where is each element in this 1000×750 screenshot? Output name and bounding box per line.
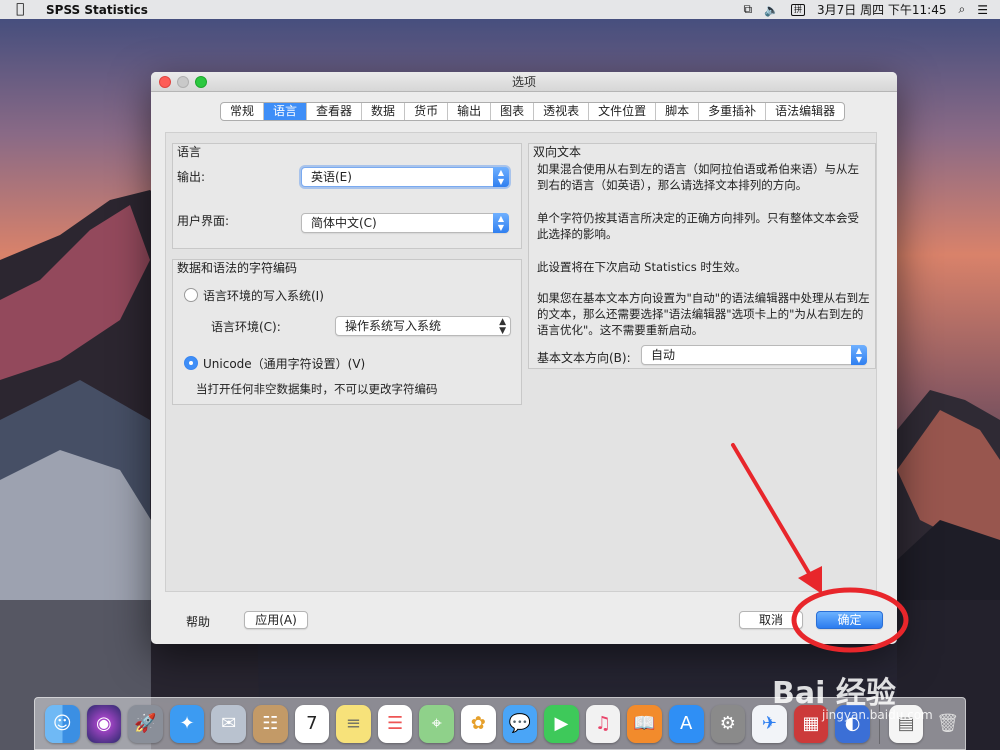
notes-icon[interactable]: ≡	[336, 704, 371, 743]
bidi-description-2-line-1: 单个字符仍按其语言所决定的正确方向排列。只有整体文本会受	[537, 211, 859, 225]
bidirectional-text-group-title: 双向文本	[533, 145, 582, 159]
app-name-menu[interactable]: SPSS Statistics	[46, 3, 148, 17]
ok-button[interactable]: 确定	[816, 611, 883, 629]
output-language-select[interactable]: 英语(E) ▲ ▼	[301, 167, 509, 187]
base-text-direction-label: 基本文本方向(B):	[537, 351, 631, 365]
window-titlebar[interactable]: 选项	[151, 72, 897, 92]
select-arrows-icon: ▲ ▼	[493, 213, 509, 233]
maps-icon[interactable]: ⌖	[419, 704, 454, 743]
apple-menu-icon[interactable]: 	[16, 0, 34, 19]
tab-output[interactable]: 输出	[448, 103, 492, 120]
locale-writing-system-radio[interactable]	[184, 288, 198, 302]
reminders-icon[interactable]: ☰	[377, 704, 413, 743]
bidi-description-1-line-1: 如果混合使用从右到左的语言（如阿拉伯语或希伯来语）与从左	[537, 162, 859, 176]
locale-value: 操作系统写入系统	[345, 319, 442, 333]
locale-writing-system-label[interactable]: 语言环境的写入系统(I)	[203, 287, 324, 304]
encoding-note: 当打开任何非空数据集时，不可以更改字符编码	[196, 382, 438, 396]
unicode-label[interactable]: Unicode（通用字符设置）(V)	[203, 355, 365, 372]
bidi-description-4-line-1: 如果您在基本文本方向设置为"自动"的语法编辑器中处理从右到左	[537, 291, 870, 305]
character-encoding-group-title: 数据和语法的字符编码	[177, 261, 298, 275]
base-text-direction-value: 自动	[651, 348, 676, 362]
input-method-icon[interactable]: 拼	[791, 3, 806, 16]
baidu-watermark: Bai 经验 jingyan.baidu.com	[768, 640, 998, 722]
window-controls	[159, 76, 207, 88]
help-button[interactable]: 帮助	[186, 613, 210, 630]
bidi-description-1-line-2: 到右的语言（如英语），那么请选择文本排列的方向。	[537, 178, 808, 192]
minimize-window-button[interactable]	[177, 76, 189, 88]
tab-scripts[interactable]: 脚本	[656, 103, 700, 120]
bidi-description-4-line-3: 语言优化"。这不需要重新启动。	[537, 323, 704, 337]
menu-bar:  SPSS Statistics ⧉ 🔈 拼 3月7日 周四 下午11:45 …	[0, 0, 1000, 19]
clock[interactable]: 3月7日 周四 下午11:45	[817, 1, 946, 18]
volume-icon[interactable]: 🔈	[764, 3, 779, 17]
base-text-direction-select[interactable]: 自动 ▲ ▼	[641, 345, 867, 365]
select-arrows-icon: ▲ ▼	[493, 167, 509, 187]
tab-data[interactable]: 数据	[362, 103, 406, 120]
bidi-description-4-line-2: 的文本，那么还需要选择"语法编辑器"选项卡上的"为从右到左的	[537, 307, 864, 321]
tab-syntax-editor[interactable]: 语法编辑器	[766, 103, 844, 120]
tab-language[interactable]: 语言	[264, 103, 308, 120]
select-arrows-icon: ▲ ▼	[499, 317, 506, 336]
bidi-description-2-line-2: 此选择的影响。	[537, 227, 618, 241]
display-mirroring-icon[interactable]: ⧉	[743, 2, 752, 17]
locale-select[interactable]: 操作系统写入系统 ▲ ▼	[335, 316, 511, 336]
app-store-icon[interactable]: A	[668, 704, 704, 743]
tab-general[interactable]: 常规	[221, 103, 265, 120]
spotlight-search-icon[interactable]: ⌕	[959, 2, 966, 17]
unicode-radio[interactable]	[184, 356, 198, 370]
watermark-url: jingyan.baidu.com	[822, 708, 933, 722]
cancel-button[interactable]: 取消	[739, 611, 803, 629]
contacts-icon[interactable]: ☷	[252, 704, 288, 743]
tab-charts[interactable]: 图表	[491, 103, 535, 120]
siri-icon[interactable]: ◉	[86, 704, 122, 743]
options-tab-bar: 常规 语言 查看器 数据 货币 输出 图表 透视表 文件位置 脚本 多重插补 语…	[220, 102, 846, 121]
safari-icon[interactable]: ✦	[169, 704, 205, 743]
language-group-title: 语言	[177, 145, 202, 159]
finder-icon[interactable]: ☺	[45, 704, 80, 743]
bidi-description-3: 此设置将在下次启动 Statistics 时生效。	[537, 260, 747, 274]
language-group: 语言 输出: 英语(E) ▲ ▼ 用户界面: 简体中文(C) ▲ ▼	[172, 143, 522, 249]
output-language-label: 输出:	[177, 170, 206, 184]
tab-file-locations[interactable]: 文件位置	[589, 103, 657, 120]
system-preferences-icon[interactable]: ⚙	[710, 704, 746, 743]
output-language-value: 英语(E)	[311, 170, 352, 184]
ui-language-label: 用户界面:	[177, 214, 230, 228]
menubar-status-area: ⧉ 🔈 拼 3月7日 周四 下午11:45 ⌕ ☰	[743, 0, 988, 19]
tab-currency[interactable]: 货币	[405, 103, 449, 120]
tab-content-panel: 语言 输出: 英语(E) ▲ ▼ 用户界面: 简体中文(C) ▲ ▼ 数据和语法的字…	[165, 132, 877, 592]
character-encoding-group: 数据和语法的字符编码 语言环境的写入系统(I) 语言环境(C): 操作系统写入系…	[172, 259, 522, 405]
ui-language-select[interactable]: 简体中文(C) ▲ ▼	[301, 213, 509, 233]
options-window: 选项 常规 语言 查看器 数据 货币 输出 图表 透视表 文件位置 脚本 多重插…	[151, 72, 897, 644]
locale-label: 语言环境(C):	[211, 320, 281, 334]
launchpad-icon[interactable]: 🚀	[128, 704, 163, 743]
window-title: 选项	[511, 75, 536, 89]
itunes-icon[interactable]: ♫	[585, 704, 621, 743]
watermark-text: Bai 经验	[772, 676, 896, 711]
select-arrows-icon: ▲ ▼	[851, 345, 867, 365]
zoom-window-button[interactable]	[195, 76, 207, 88]
notification-center-icon[interactable]: ☰	[977, 3, 988, 17]
facetime-icon[interactable]: ▶	[544, 704, 579, 743]
tab-pivot-tables[interactable]: 透视表	[534, 103, 590, 120]
ibooks-icon[interactable]: 📖	[627, 704, 662, 743]
bidirectional-text-group: 双向文本 如果混合使用从右到左的语言（如阿拉伯语或希伯来语）与从左 到右的语言（…	[528, 143, 876, 369]
apply-button[interactable]: 应用(A)	[244, 611, 308, 629]
mail-icon[interactable]: ✉	[211, 704, 246, 743]
ui-language-value: 简体中文(C)	[311, 216, 377, 230]
tab-multiple-imputations[interactable]: 多重插补	[699, 103, 767, 120]
calendar-icon[interactable]: 7	[294, 704, 330, 743]
close-window-button[interactable]	[159, 76, 171, 88]
messages-icon[interactable]: 💬	[502, 704, 538, 743]
tab-viewer[interactable]: 查看器	[307, 103, 363, 120]
photos-icon[interactable]: ✿	[460, 704, 496, 743]
